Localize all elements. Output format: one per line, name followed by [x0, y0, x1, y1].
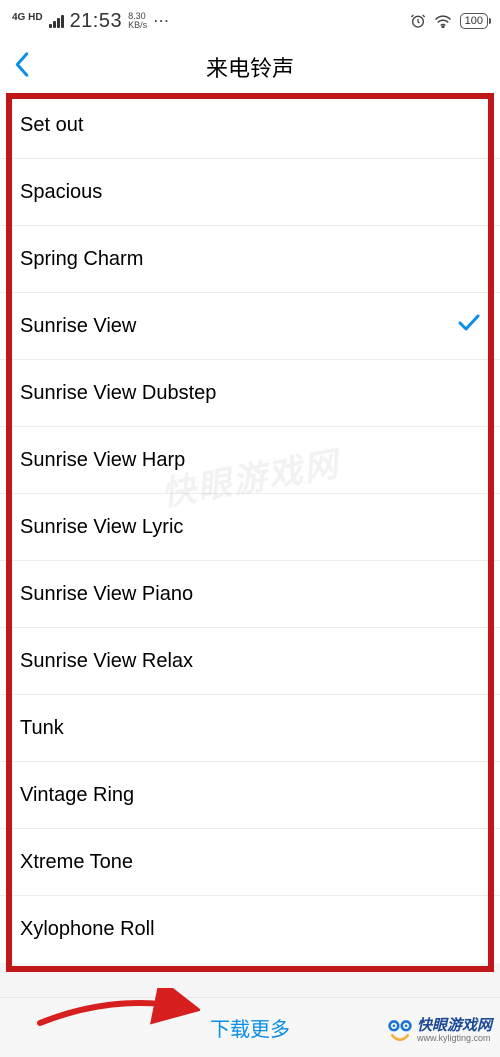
ringtone-item[interactable]: Spacious — [0, 159, 500, 226]
battery-level: 100 — [465, 15, 483, 27]
ringtone-item[interactable]: Spring Charm — [0, 226, 500, 293]
header: 来电铃声 — [0, 42, 500, 92]
watermark-text: 快眼游戏网 www.kyligting.com — [417, 1018, 492, 1043]
chevron-left-icon — [14, 52, 30, 78]
ringtone-item[interactable]: Set out — [0, 92, 500, 159]
ringtone-name: Spring Charm — [20, 248, 143, 271]
ringtone-name: Set out — [20, 114, 83, 137]
ringtone-name: Sunrise View Dubstep — [20, 382, 216, 405]
ringtone-item[interactable]: Vintage Ring — [0, 762, 500, 829]
status-left: 4G HD 21:53 8.30 KB/s ⋯ — [12, 10, 171, 33]
ringtone-name: Sunrise View Harp — [20, 449, 185, 472]
ringtone-name: Sunrise View — [20, 315, 136, 338]
ringtone-item[interactable]: Sunrise View Piano — [0, 561, 500, 628]
page-title: 来电铃声 — [0, 51, 500, 83]
checkmark-icon — [458, 314, 480, 338]
net-speed: 8.30 KB/s — [128, 12, 147, 30]
ringtone-item[interactable]: Sunrise View Dubstep — [0, 360, 500, 427]
ringtone-name: Sunrise View Piano — [20, 583, 193, 606]
download-more-button[interactable]: 下载更多 — [210, 1013, 290, 1042]
signal-icon — [49, 15, 64, 28]
ringtone-name: Spacious — [20, 181, 102, 204]
alarm-icon — [410, 13, 426, 29]
network-label: 4G HD — [12, 12, 43, 23]
watermark-brand: 快眼游戏网 www.kyligting.com — [387, 1018, 492, 1044]
back-button[interactable] — [14, 52, 30, 83]
ringtone-item[interactable]: Sunrise View Relax — [0, 628, 500, 695]
watermark-brand-name: 快眼游戏网 — [417, 1018, 492, 1034]
wifi-icon — [434, 14, 452, 28]
status-right: 100 — [410, 13, 488, 29]
ringtone-list: Set out Spacious Spring Charm Sunrise View S… — [0, 92, 500, 963]
ringtone-name: Xylophone Roll — [20, 918, 155, 941]
clock-time: 21:53 — [70, 10, 123, 33]
ringtone-item[interactable]: Xylophone Roll — [0, 896, 500, 963]
ringtone-name: Sunrise View Relax — [20, 650, 193, 673]
more-icon: ⋯ — [153, 11, 171, 31]
ringtone-name: Sunrise View Lyric — [20, 516, 183, 539]
ringtone-item[interactable]: Sunrise View Lyric — [0, 494, 500, 561]
ringtone-name: Vintage Ring — [20, 784, 134, 807]
watermark-url: www.kyligting.com — [417, 1034, 492, 1043]
ringtone-name: Xtreme Tone — [20, 851, 133, 874]
watermark-logo-icon — [387, 1018, 413, 1044]
ringtone-item[interactable]: Tunk — [0, 695, 500, 762]
ringtone-item[interactable]: Sunrise View — [0, 293, 500, 360]
ringtone-name: Tunk — [20, 717, 64, 740]
battery-icon: 100 — [460, 13, 488, 29]
ringtone-item[interactable]: Xtreme Tone — [0, 829, 500, 896]
ringtone-item[interactable]: Sunrise View Harp — [0, 427, 500, 494]
status-bar: 4G HD 21:53 8.30 KB/s ⋯ 100 — [0, 0, 500, 42]
speed-unit: KB/s — [128, 21, 147, 30]
